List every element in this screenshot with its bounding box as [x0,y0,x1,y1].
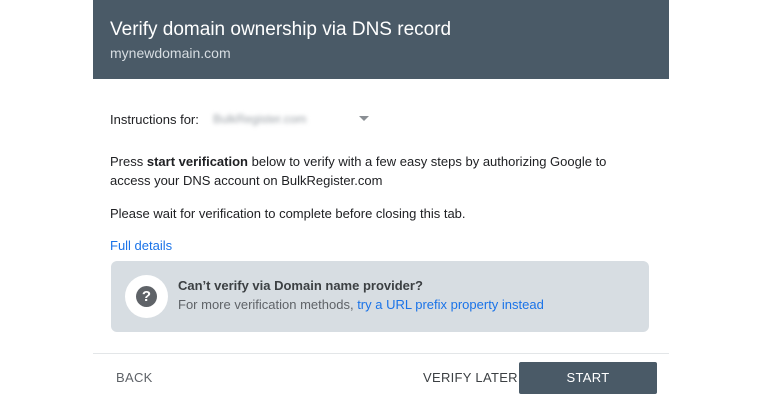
footer-divider [93,353,669,354]
full-details-link[interactable]: Full details [110,236,172,255]
chevron-down-icon [359,116,369,121]
para1-bold: start verification [146,154,248,169]
verify-domain-dialog: Verify domain ownership via DNS record m… [93,0,669,400]
provider-selected-value: BulkRegister.com [213,112,307,126]
help-icon: ? [136,286,157,307]
page: Verify domain ownership via DNS record m… [0,0,760,400]
domain-name: mynewdomain.com [110,45,231,61]
alternate-method-text: For more verification methods, try a URL… [178,296,544,314]
help-icon-container: ? [125,275,168,318]
dialog-header: Verify domain ownership via DNS record m… [93,0,669,79]
start-verification-button[interactable]: START VERIFICATION [519,362,657,394]
alternate-method-title: Can’t verify via Domain name provider? [178,278,423,293]
instructions-label: Instructions for: [110,111,199,127]
url-prefix-link[interactable]: try a URL prefix property instead [357,297,544,312]
verify-later-button[interactable]: VERIFY LATER [423,370,518,385]
wait-paragraph: Please wait for verification to complete… [110,206,466,221]
provider-dropdown[interactable]: BulkRegister.com [213,108,373,130]
alternate-method-prefix: For more verification methods, [178,297,358,312]
para1-prefix: Press [110,154,147,169]
dialog-title: Verify domain ownership via DNS record [110,19,452,40]
instructions-row: Instructions for: BulkRegister.com [110,109,369,129]
alternate-method-box: ? Can’t verify via Domain name provider?… [111,261,649,332]
instructions-paragraph: Press start verification below to verify… [110,152,650,190]
back-button[interactable]: BACK [116,370,153,385]
